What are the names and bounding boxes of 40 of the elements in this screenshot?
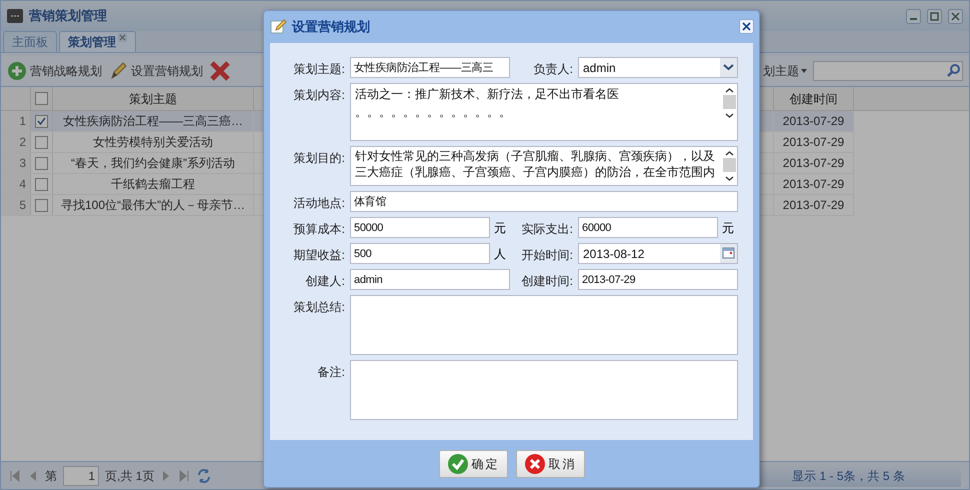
field-label: 策划总结: [292, 299, 345, 316]
unit-label: 元 [493, 220, 507, 236]
field-label: 负责人: [532, 61, 573, 78]
field-label: 创建时间: [520, 273, 573, 290]
row-number: 1 [1, 111, 31, 131]
table-cell: 2013-07-29 [774, 111, 854, 131]
field-value: 2013-08-12 [582, 246, 646, 262]
field-label: 活动地点: [292, 195, 345, 212]
field-label: 策划内容: [292, 87, 345, 104]
table-cell: 2013-07-29 [774, 195, 854, 215]
field-label: 开始时间: [520, 247, 573, 264]
table-cell: 2013-07-29 [774, 132, 854, 152]
table-cell: 寻找100位“最伟大”的人－母亲节… [53, 195, 254, 215]
row-number: 2 [1, 132, 31, 152]
table-cell: 2013-07-29 [774, 174, 854, 194]
row-number: 3 [1, 153, 31, 173]
text-line: 。。。。。。。。。。。。。 [355, 104, 512, 121]
field-label: 实际支出: [520, 221, 573, 238]
field-label: 预算成本: [292, 221, 345, 238]
field-value: 针对女性常见的三种高发病（子宫肌瘤、乳腺病、宫颈疾病），以及三大癌症（乳腺癌、子宫颈癌、子宫内膜癌）的防治，在全市范围内 [354, 148, 716, 180]
field-label: 期望收益: [292, 247, 345, 264]
field-label: 备注: [316, 364, 345, 381]
table-cell: 2013-07-29 [774, 153, 854, 173]
dialog-title: 设置营销规划 [292, 18, 371, 36]
table-cell: 千纸鹤去瘤工程 [53, 174, 254, 194]
field-value: admin [582, 60, 617, 76]
field-label: 策划主题: [292, 61, 345, 78]
table-cell: 女性劳模特别关爱活动 [53, 132, 254, 152]
pager-label: 第 [45, 468, 57, 484]
text-line: 活动之一：推广新技术、新疗法，足不出市看名医 [355, 86, 620, 103]
window-title: 营销策划管理 [29, 7, 107, 26]
row-number: 4 [1, 174, 31, 194]
table-cell: 女性疾病防治工程——三高三癌… [53, 111, 254, 131]
unit-label: 人 [493, 246, 507, 262]
unit-label: 元 [721, 220, 735, 236]
field-label: 创建人: [304, 273, 345, 290]
table-cell: “春天，我们约会健康”系列活动 [53, 153, 254, 173]
pager-label: 页,共 1页 [105, 468, 154, 484]
row-number: 5 [1, 195, 31, 215]
field-label: 策划目的: [292, 150, 345, 167]
